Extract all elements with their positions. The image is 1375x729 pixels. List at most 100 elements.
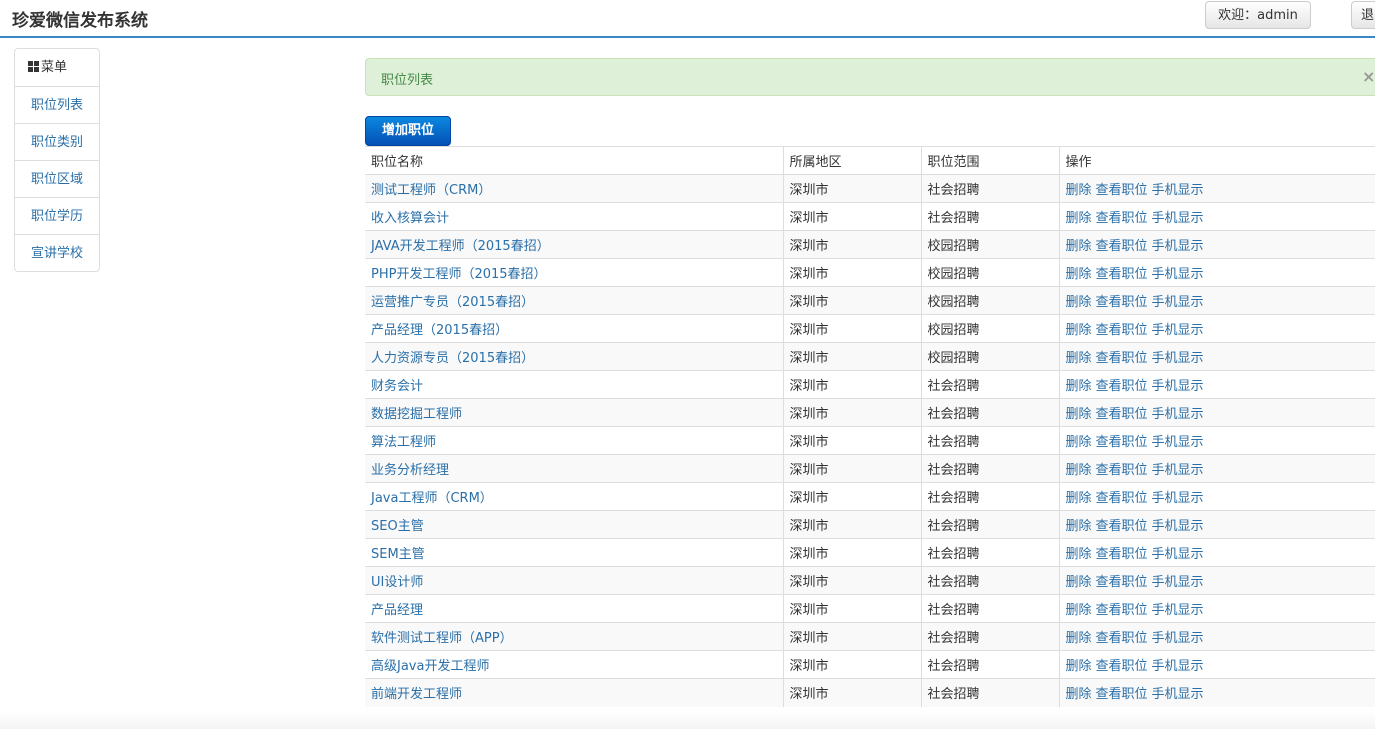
delete-link[interactable]: 删除	[1066, 659, 1092, 674]
job-name-link[interactable]: 收入核算会计	[371, 211, 449, 226]
delete-link[interactable]: 删除	[1066, 239, 1092, 254]
job-region-cell: 深圳市	[782, 650, 921, 679]
mobile-display-link[interactable]: 手机显示	[1152, 547, 1204, 562]
delete-link[interactable]: 删除	[1066, 519, 1092, 534]
job-name-link[interactable]: 运营推广专员（2015春招）	[371, 295, 534, 310]
sidebar-item-job-education[interactable]: 职位学历	[15, 197, 99, 234]
job-actions-cell: 删除 查看职位 手机显示	[1058, 174, 1375, 203]
mobile-display-link[interactable]: 手机显示	[1152, 211, 1204, 226]
job-name-link[interactable]: 测试工程师（CRM）	[371, 183, 491, 198]
view-job-link[interactable]: 查看职位	[1096, 267, 1148, 282]
mobile-display-link[interactable]: 手机显示	[1152, 659, 1204, 674]
view-job-link[interactable]: 查看职位	[1096, 351, 1148, 366]
job-name-link[interactable]: 算法工程师	[371, 435, 436, 450]
delete-link[interactable]: 删除	[1066, 435, 1092, 450]
mobile-display-link[interactable]: 手机显示	[1152, 295, 1204, 310]
delete-link[interactable]: 删除	[1066, 295, 1092, 310]
view-job-link[interactable]: 查看职位	[1096, 407, 1148, 422]
table-row: 业务分析经理 深圳市 社会招聘 删除 查看职位 手机显示	[365, 454, 1375, 483]
mobile-display-link[interactable]: 手机显示	[1152, 351, 1204, 366]
mobile-display-link[interactable]: 手机显示	[1152, 407, 1204, 422]
delete-link[interactable]: 删除	[1066, 407, 1092, 422]
delete-link[interactable]: 删除	[1066, 183, 1092, 198]
job-name-link[interactable]: 数据挖掘工程师	[371, 407, 462, 422]
job-name-link[interactable]: PHP开发工程师（2015春招）	[371, 267, 547, 282]
sidebar-item-job-category[interactable]: 职位类别	[15, 123, 99, 160]
welcome-user-button[interactable]: 欢迎：admin	[1205, 1, 1311, 29]
delete-link[interactable]: 删除	[1066, 211, 1092, 226]
delete-link[interactable]: 删除	[1066, 379, 1092, 394]
job-scope-cell: 社会招聘	[920, 174, 1059, 203]
job-name-link[interactable]: Java工程师（CRM）	[371, 491, 493, 506]
delete-link[interactable]: 删除	[1066, 323, 1092, 338]
job-name-cell: 产品经理（2015春招）	[365, 314, 783, 343]
job-name-cell: 人力资源专员（2015春招）	[365, 342, 783, 371]
mobile-display-link[interactable]: 手机显示	[1152, 435, 1204, 450]
view-job-link[interactable]: 查看职位	[1096, 491, 1148, 506]
view-job-link[interactable]: 查看职位	[1096, 547, 1148, 562]
mobile-display-link[interactable]: 手机显示	[1152, 267, 1204, 282]
view-job-link[interactable]: 查看职位	[1096, 687, 1148, 702]
job-scope-cell: 校园招聘	[920, 286, 1059, 315]
sidebar-item-job-region[interactable]: 职位区域	[15, 160, 99, 197]
job-actions-cell: 删除 查看职位 手机显示	[1058, 510, 1375, 539]
job-name-link[interactable]: SEO主管	[371, 519, 424, 534]
close-icon[interactable]: ×	[1362, 67, 1375, 86]
job-name-link[interactable]: 产品经理	[371, 603, 423, 618]
delete-link[interactable]: 删除	[1066, 547, 1092, 562]
job-name-link[interactable]: UI设计师	[371, 575, 423, 590]
view-job-link[interactable]: 查看职位	[1096, 659, 1148, 674]
job-scope-cell: 社会招聘	[920, 370, 1059, 399]
view-job-link[interactable]: 查看职位	[1096, 379, 1148, 394]
delete-link[interactable]: 删除	[1066, 267, 1092, 282]
view-job-link[interactable]: 查看职位	[1096, 323, 1148, 338]
table-row: 运营推广专员（2015春招） 深圳市 校园招聘 删除 查看职位 手机显示	[365, 286, 1375, 315]
mobile-display-link[interactable]: 手机显示	[1152, 323, 1204, 338]
delete-link[interactable]: 删除	[1066, 603, 1092, 618]
add-job-button[interactable]: 增加职位	[365, 116, 451, 146]
job-actions-cell: 删除 查看职位 手机显示	[1058, 650, 1375, 679]
job-name-link[interactable]: 财务会计	[371, 379, 423, 394]
job-name-link[interactable]: JAVA开发工程师（2015春招）	[371, 239, 550, 254]
mobile-display-link[interactable]: 手机显示	[1152, 603, 1204, 618]
job-name-link[interactable]: 业务分析经理	[371, 463, 449, 478]
job-name-cell: 算法工程师	[365, 426, 783, 455]
view-job-link[interactable]: 查看职位	[1096, 211, 1148, 226]
mobile-display-link[interactable]: 手机显示	[1152, 183, 1204, 198]
delete-link[interactable]: 删除	[1066, 491, 1092, 506]
view-job-link[interactable]: 查看职位	[1096, 603, 1148, 618]
delete-link[interactable]: 删除	[1066, 631, 1092, 646]
job-region-cell: 深圳市	[782, 510, 921, 539]
view-job-link[interactable]: 查看职位	[1096, 631, 1148, 646]
view-job-link[interactable]: 查看职位	[1096, 435, 1148, 450]
mobile-display-link[interactable]: 手机显示	[1152, 239, 1204, 254]
mobile-display-link[interactable]: 手机显示	[1152, 631, 1204, 646]
job-name-link[interactable]: SEM主管	[371, 547, 425, 562]
view-job-link[interactable]: 查看职位	[1096, 575, 1148, 590]
mobile-display-link[interactable]: 手机显示	[1152, 687, 1204, 702]
job-name-link[interactable]: 人力资源专员（2015春招）	[371, 351, 534, 366]
mobile-display-link[interactable]: 手机显示	[1152, 519, 1204, 534]
job-name-link[interactable]: 产品经理（2015春招）	[371, 323, 508, 338]
job-name-link[interactable]: 高级Java开发工程师	[371, 659, 489, 674]
mobile-display-link[interactable]: 手机显示	[1152, 379, 1204, 394]
sidebar-item-campus-school[interactable]: 宣讲学校	[15, 234, 99, 271]
view-job-link[interactable]: 查看职位	[1096, 463, 1148, 478]
job-name-link[interactable]: 软件测试工程师（APP）	[371, 631, 513, 646]
view-job-link[interactable]: 查看职位	[1096, 295, 1148, 310]
view-job-link[interactable]: 查看职位	[1096, 519, 1148, 534]
job-scope-cell: 社会招聘	[920, 678, 1059, 707]
mobile-display-link[interactable]: 手机显示	[1152, 575, 1204, 590]
logout-button[interactable]: 退出	[1351, 1, 1375, 29]
table-row: 产品经理（2015春招） 深圳市 校园招聘 删除 查看职位 手机显示	[365, 314, 1375, 343]
delete-link[interactable]: 删除	[1066, 463, 1092, 478]
mobile-display-link[interactable]: 手机显示	[1152, 491, 1204, 506]
delete-link[interactable]: 删除	[1066, 687, 1092, 702]
view-job-link[interactable]: 查看职位	[1096, 183, 1148, 198]
sidebar-item-job-list[interactable]: 职位列表	[15, 86, 99, 123]
delete-link[interactable]: 删除	[1066, 351, 1092, 366]
mobile-display-link[interactable]: 手机显示	[1152, 463, 1204, 478]
delete-link[interactable]: 删除	[1066, 575, 1092, 590]
job-name-link[interactable]: 前端开发工程师	[371, 687, 462, 702]
view-job-link[interactable]: 查看职位	[1096, 239, 1148, 254]
